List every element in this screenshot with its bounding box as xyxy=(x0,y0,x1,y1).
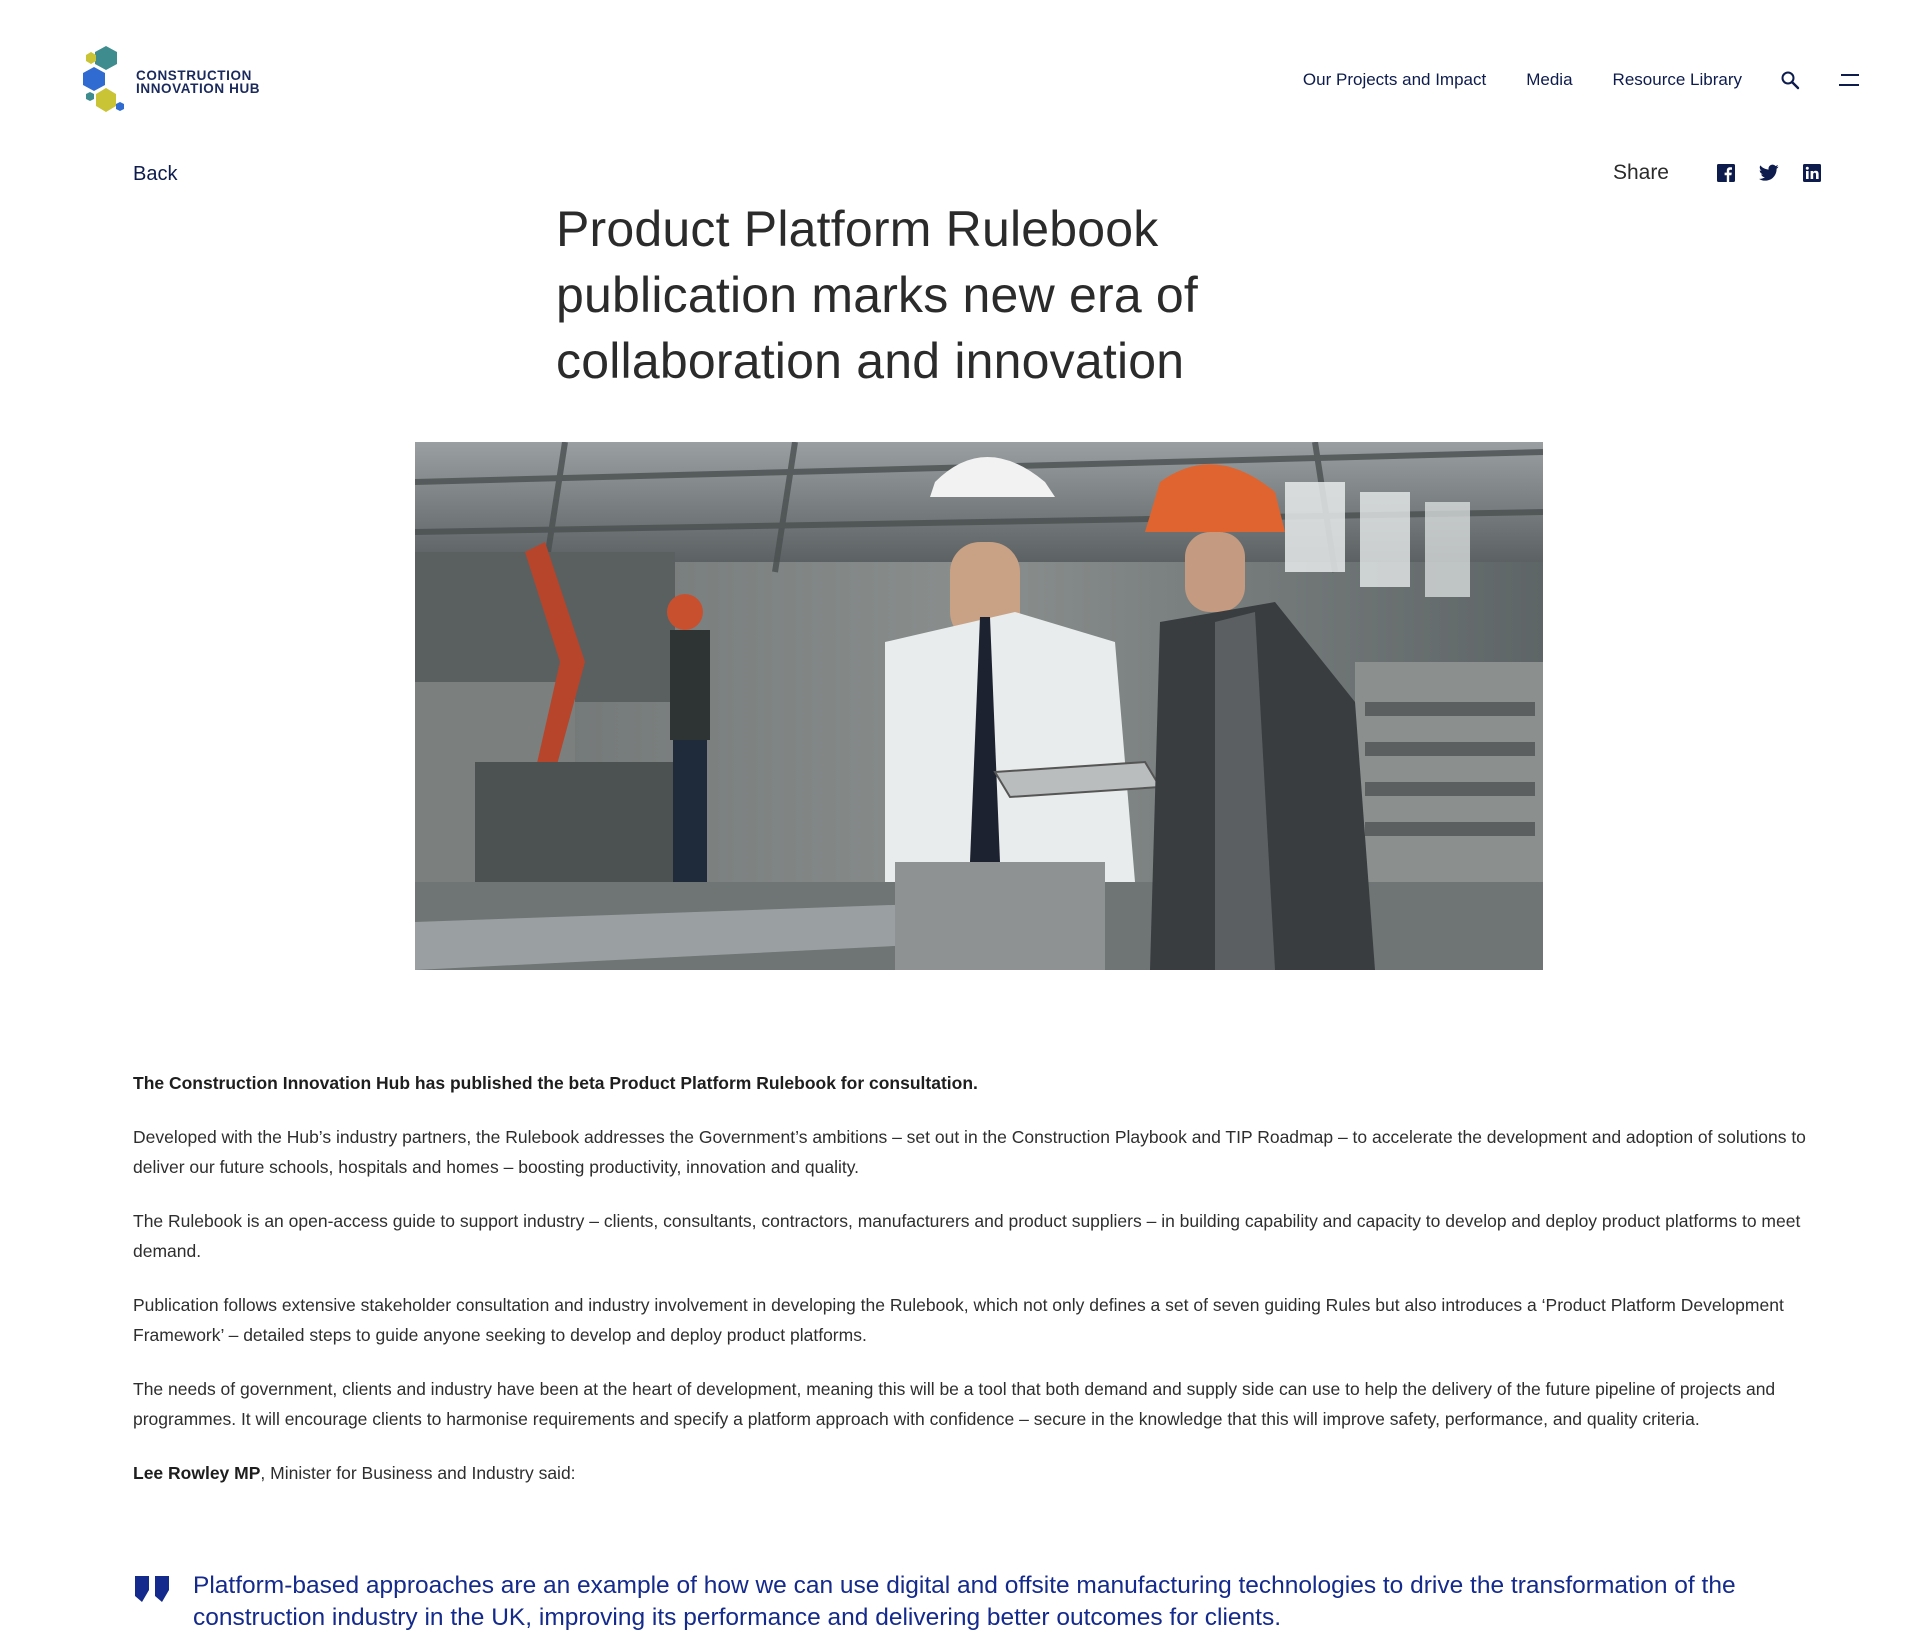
site-logo[interactable]: CONSTRUCTION INNOVATION HUB xyxy=(80,44,270,120)
hamburger-menu-icon[interactable] xyxy=(1838,71,1860,89)
speaker-name: Lee Rowley MP xyxy=(133,1463,261,1483)
twitter-icon[interactable] xyxy=(1759,163,1779,183)
main-nav: Our Projects and Impact Media Resource L… xyxy=(1263,62,1860,98)
article-paragraph-2: The Rulebook is an open-access guide to … xyxy=(133,1211,1801,1261)
search-icon[interactable] xyxy=(1780,70,1800,90)
speaker-title: , Minister for Business and Industry sai… xyxy=(260,1463,576,1483)
linkedin-icon[interactable] xyxy=(1802,163,1822,183)
share-bar: Share xyxy=(1613,161,1822,185)
quote-mark-icon xyxy=(135,1576,169,1602)
article-body: The Construction Innovation Hub has publ… xyxy=(133,1068,1823,1512)
site-header: CONSTRUCTION INNOVATION HUB Our Projects… xyxy=(0,0,1914,140)
speaker-attribution: Lee Rowley MP, Minister for Business and… xyxy=(133,1458,1823,1488)
facebook-icon[interactable] xyxy=(1716,163,1736,183)
article-paragraph-1: Developed with the Hub’s industry partne… xyxy=(133,1127,1806,1177)
hexagon-cluster-logo-icon xyxy=(83,46,124,112)
quote-text: Platform-based approaches are an example… xyxy=(193,1572,1736,1631)
nav-resource-library[interactable]: Resource Library xyxy=(1613,70,1742,90)
logo-wordmark: CONSTRUCTION INNOVATION HUB xyxy=(136,69,261,96)
back-link[interactable]: Back xyxy=(133,163,177,186)
hero-image xyxy=(415,442,1543,970)
nav-our-projects-and-impact[interactable]: Our Projects and Impact xyxy=(1303,70,1486,90)
article-paragraph-3: Publication follows extensive stakeholde… xyxy=(133,1295,1784,1345)
nav-media[interactable]: Media xyxy=(1526,70,1572,90)
article-paragraph-4: The needs of government, clients and ind… xyxy=(133,1379,1776,1429)
logo-line-2: INNOVATION HUB xyxy=(136,81,261,96)
article-lead: The Construction Innovation Hub has publ… xyxy=(133,1073,978,1093)
page-title: Product Platform Rulebook publication ma… xyxy=(556,201,1199,389)
share-label: Share xyxy=(1612,161,1669,184)
pull-quote: Platform-based approaches are an example… xyxy=(133,1570,1833,1634)
